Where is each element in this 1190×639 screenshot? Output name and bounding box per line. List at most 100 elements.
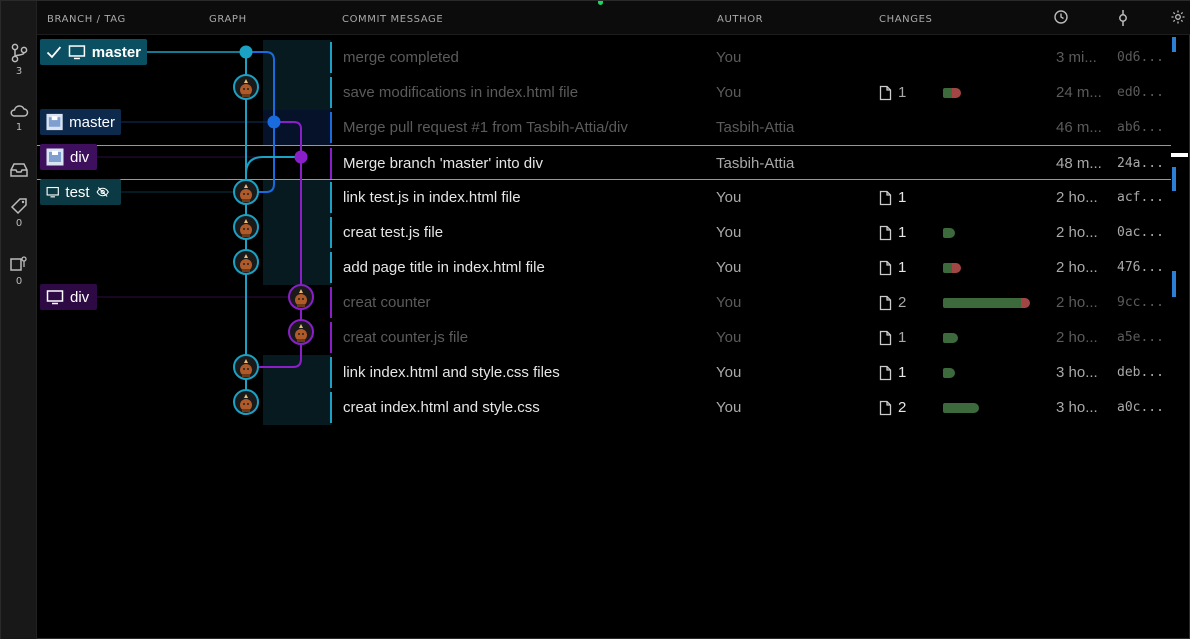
commit-sha[interactable]: a5e...	[1117, 320, 1172, 355]
commit-row[interactable]: link index.html and style.css files You 1 3…	[37, 355, 1171, 390]
gear-icon[interactable]	[1170, 9, 1186, 30]
check-icon	[46, 46, 62, 59]
commit-sha[interactable]: ab6...	[1117, 110, 1172, 145]
commit-row[interactable]: link test.js in index.html file You 1 2 ho.…	[37, 180, 1171, 215]
author-avatar	[233, 249, 259, 275]
branch-tag-test-local[interactable]: test	[40, 179, 121, 205]
commit-message: creat counter.js file	[343, 329, 469, 346]
author-avatar	[233, 354, 259, 380]
stashes-section[interactable]	[1, 161, 37, 179]
changed-files-count: 1	[879, 180, 919, 215]
commit-sha[interactable]: ed0...	[1117, 75, 1172, 110]
commit-row[interactable]: creat test.js file You 1 2 ho... 0ac...	[37, 215, 1171, 250]
scroll-marker[interactable]	[1172, 167, 1176, 191]
file-icon	[879, 259, 898, 276]
branch-tag-div-local[interactable]: div	[40, 284, 97, 310]
computer-icon	[46, 290, 64, 305]
commit-sha[interactable]: 24a...	[1117, 146, 1172, 181]
changed-files-count: 1	[879, 320, 919, 355]
tags-count: 0	[15, 218, 23, 229]
file-icon	[879, 224, 898, 241]
changes-number: 1	[898, 259, 907, 276]
commit-message: Merge pull request #1 from Tasbih-Attia/…	[343, 119, 628, 136]
commit-date: 2 ho...	[1056, 329, 1098, 346]
changes-number: 1	[898, 84, 907, 101]
file-icon	[879, 329, 898, 346]
remote-avatar-icon	[46, 113, 63, 131]
commit-message: add page title in index.html file	[343, 259, 545, 276]
file-icon	[879, 84, 898, 101]
added-bar	[943, 263, 952, 273]
commit-row[interactable]: Merge branch 'master' into div Tasbih-Att…	[37, 145, 1171, 180]
computer-icon	[68, 45, 86, 60]
branches-section[interactable]: 3	[1, 43, 37, 77]
header-branch-tag[interactable]: BRANCH / TAG	[47, 14, 126, 25]
header-commit-message[interactable]: COMMIT MESSAGE	[342, 14, 443, 25]
removed-bar	[952, 263, 961, 273]
row-lane-marker	[330, 182, 332, 213]
tags-section[interactable]: 0	[1, 197, 37, 229]
commit-sha[interactable]: 476...	[1117, 250, 1172, 285]
row-lane-marker	[330, 77, 332, 108]
changed-files-count: 2	[879, 285, 919, 320]
remote-avatar-icon	[46, 148, 64, 166]
commit-icon[interactable]	[1115, 9, 1131, 32]
commit-date: 2 ho...	[1056, 224, 1098, 241]
commit-date: 2 ho...	[1056, 189, 1098, 206]
changes-number: 1	[898, 329, 907, 346]
added-bar	[943, 403, 979, 413]
changed-files-count: 2	[879, 390, 919, 425]
scroll-marker[interactable]	[1172, 271, 1176, 297]
worktrees-section[interactable]: 0	[1, 255, 37, 287]
inbox-icon	[10, 163, 28, 177]
commit-row[interactable]: creat index.html and style.css You 2 3 ho..…	[37, 390, 1171, 425]
commit-sha[interactable]: acf...	[1117, 180, 1172, 215]
clock-icon[interactable]	[1053, 9, 1069, 30]
commit-row[interactable]: merge completed You 3 mi... 0d6...	[37, 40, 1171, 75]
commit-date: 2 ho...	[1056, 259, 1098, 276]
added-bar	[943, 298, 1021, 308]
branch-name: master	[91, 43, 141, 61]
commit-date: 48 m...	[1056, 155, 1102, 172]
scroll-marker[interactable]	[1172, 37, 1176, 52]
changed-files-count: 1	[879, 75, 919, 110]
remotes-section[interactable]: 1	[1, 103, 37, 133]
branch-name: master	[69, 113, 115, 131]
header-changes[interactable]: CHANGES	[879, 14, 932, 25]
branch-tag-master-local[interactable]: master	[40, 39, 147, 65]
changes-number: 2	[898, 294, 907, 311]
commit-row[interactable]: add page title in index.html file You 1 2 h…	[37, 250, 1171, 285]
branch-name: div	[70, 148, 90, 166]
commit-date: 24 m...	[1056, 84, 1102, 101]
branch-tag-div-remote[interactable]: div	[40, 144, 97, 170]
scroll-thumb[interactable]	[1171, 153, 1188, 157]
changes-number: 2	[898, 399, 907, 416]
commit-message: save modifications in index.html file	[343, 84, 579, 101]
branch-tag-master-remote[interactable]: master	[40, 109, 121, 135]
commit-sha[interactable]: deb...	[1117, 355, 1172, 390]
commit-message: creat index.html and style.css	[343, 399, 540, 416]
row-lane-marker	[330, 217, 332, 248]
author-avatar	[233, 74, 259, 100]
commit-author: You	[716, 259, 742, 276]
commit-row[interactable]: Merge pull request #1 from Tasbih-Attia/…	[37, 110, 1171, 145]
commit-message: merge completed	[343, 49, 459, 66]
eye-closed-icon[interactable]	[96, 185, 109, 199]
cloud-icon	[10, 105, 29, 117]
commit-sha[interactable]: 0d6...	[1117, 40, 1172, 75]
commit-row[interactable]: creat counter.js file You 1 2 ho... a5e...	[37, 320, 1171, 355]
commit-sha[interactable]: 0ac...	[1117, 215, 1172, 250]
commit-row[interactable]: creat counter You 2 2 ho... 9cc...	[37, 285, 1171, 320]
file-icon	[879, 294, 898, 311]
commit-row[interactable]: save modifications in index.html file You…	[37, 75, 1171, 110]
commit-sha[interactable]: 9cc...	[1117, 285, 1172, 320]
commit-date: 3 ho...	[1056, 364, 1098, 381]
removed-bar	[952, 88, 961, 98]
file-icon	[879, 399, 898, 416]
header-author[interactable]: AUTHOR	[717, 14, 763, 25]
commit-message: link test.js in index.html file	[343, 189, 521, 206]
commit-sha[interactable]: a0c...	[1117, 390, 1172, 425]
added-bar	[943, 88, 952, 98]
commit-message: creat counter	[343, 294, 431, 311]
header-graph[interactable]: GRAPH	[209, 14, 247, 25]
